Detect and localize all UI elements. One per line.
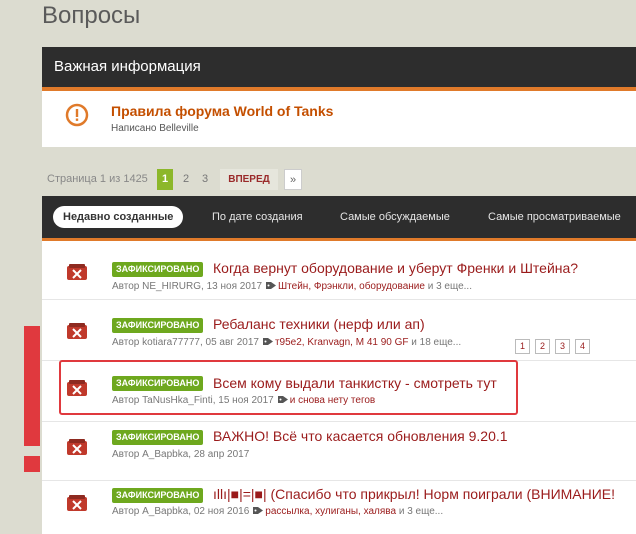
locked-topic-icon	[67, 264, 87, 280]
announcement-header: Важная информация	[42, 47, 636, 91]
pagination-label: Страница 1 из 1425	[47, 173, 148, 185]
pinned-badge: ЗАФИКСИРОВАНО	[112, 430, 204, 445]
announcement-panel: Важная информация Правила форума World o…	[42, 47, 636, 147]
announcement-author: Написано Belleville	[111, 123, 199, 134]
locked-topic-icon	[67, 439, 87, 455]
tab-recent[interactable]: Недавно созданные	[53, 206, 184, 228]
topic-page-link[interactable]: 1	[515, 339, 530, 354]
page-title: Вопросы	[42, 2, 141, 29]
tab-by-date[interactable]: По дате создания	[212, 206, 303, 228]
tab-most-discussed[interactable]: Самые обсуждаемые	[340, 206, 450, 228]
page-current[interactable]: 1	[157, 169, 173, 190]
tag-icon	[262, 338, 273, 345]
last-page-button[interactable]: »	[284, 169, 302, 190]
topic-page-link[interactable]: 2	[535, 339, 550, 354]
announcement-topic-link[interactable]: Правила форума World of Tanks	[111, 103, 333, 119]
locked-topic-icon	[67, 495, 87, 511]
tag-icon	[253, 507, 264, 514]
topic-page-links: 1234	[510, 336, 590, 354]
topic-title-link[interactable]: Когда вернут оборудование и уберут Френк…	[213, 260, 578, 276]
topic-page-link[interactable]: 3	[555, 339, 570, 354]
topic-page-link[interactable]: 4	[575, 339, 590, 354]
pinned-badge: ЗАФИКСИРОВАНО	[112, 488, 204, 503]
list-item: ЗАФИКСИРОВАНО Ребаланс техники (нерф или…	[42, 300, 636, 361]
topic-tags[interactable]: т95е2, Kranvagn, M 41 90 GF	[275, 337, 409, 348]
alert-icon	[65, 103, 89, 127]
topic-tags[interactable]: рассылка, хулиганы, халява	[265, 506, 396, 517]
locked-topic-icon	[67, 323, 87, 339]
list-item: ЗАФИКСИРОВАНО Когда вернут оборудование …	[42, 241, 636, 300]
page-link-2[interactable]: 2	[179, 169, 193, 190]
topic-title-link[interactable]: ВАЖНО! Всё что касается обновления 9.20.…	[213, 428, 508, 444]
topic-tags[interactable]: Штейн, Фрэнкли, оборудование	[278, 281, 425, 292]
annotation-highlight-box	[59, 360, 518, 415]
topic-title-link[interactable]: ıllı|■|=|■| (Спасибо что прикрыл! Норм п…	[213, 486, 615, 502]
pinned-badge: ЗАФИКСИРОВАНО	[112, 318, 204, 333]
topic-meta: Автор A_Bapbka, 02 ноя 2016 рассылка, хул…	[112, 506, 444, 517]
sort-tabs: Недавно созданные По дате создания Самые…	[42, 196, 636, 241]
topic-meta: Автор kotiara77777, 05 авг 2017 т95е2, Kr…	[112, 337, 462, 348]
topic-meta: Автор A_Bapbka, 28 апр 2017	[112, 449, 250, 460]
tag-icon	[266, 282, 277, 289]
topic-title-link[interactable]: Ребаланс техники (нерф или ап)	[213, 316, 425, 332]
annotation-exclamation-bar	[24, 326, 40, 446]
list-item: ЗАФИКСИРОВАНО ıllı|■|=|■| (Спасибо что п…	[42, 481, 636, 534]
next-page-button[interactable]: ВПЕРЕД	[220, 169, 278, 190]
annotation-exclamation-dot	[24, 456, 40, 472]
page-link-3[interactable]: 3	[198, 169, 212, 190]
tab-most-viewed[interactable]: Самые просматриваемые	[488, 206, 621, 228]
list-item: ЗАФИКСИРОВАНО ВАЖНО! Всё что касается об…	[42, 422, 636, 481]
topic-meta: Автор NE_HIRURG, 13 ноя 2017 Штейн, Фрэнк…	[112, 281, 472, 292]
pinned-badge: ЗАФИКСИРОВАНО	[112, 262, 204, 277]
